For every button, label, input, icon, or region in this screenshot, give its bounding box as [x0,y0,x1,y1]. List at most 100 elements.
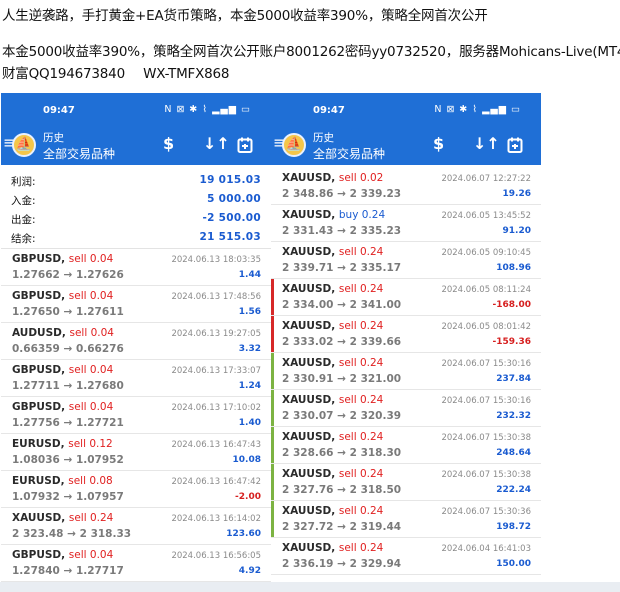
deal-time: 2024.06.13 19:27:05 [171,329,261,339]
deal-row[interactable]: XAUUSD, sell 0.24 2 339.71 → 2 335.17 2024… [271,242,541,279]
deal-row[interactable]: GBPUSD, sell 0.04 1.27756 → 1.27721 2024.0… [1,397,271,434]
deal-close-price: 1.27717 [75,565,124,577]
arrow-right-icon: → [337,410,346,422]
deal-row[interactable]: AUDUSD, sell 0.04 0.66359 → 0.66276 2024.0… [1,323,271,360]
deal-close-price: 2 321.00 [349,373,402,385]
deal-open-price: 1.27662 [12,269,60,281]
deal-side: sell 0.24 [338,246,384,258]
deal-time: 2024.06.07 12:27:22 [441,174,531,184]
sort-arrows-icon[interactable]: ↓↑ [203,136,230,152]
deal-time: 2024.06.05 08:01:42 [441,322,531,332]
deal-profit: 1.56 [238,307,261,317]
deal-prices: 2 323.48 → 2 318.33 [12,528,131,540]
deal-row[interactable]: GBPUSD, sell 0.04 1.27662 → 1.27626 2024.0… [1,249,271,286]
app-bar: ≡ ⛵ 历史 全部交易品种 $ ↓↑ [271,127,541,165]
arrow-right-icon: → [63,269,73,281]
dollar-swap-icon[interactable]: $ [433,136,444,152]
deal-close-price: 2 320.39 [349,410,402,422]
dollar-swap-icon[interactable]: $ [163,136,174,152]
deal-row[interactable]: XAUUSD, sell 0.24 2 333.02 → 2 339.66 2024… [271,316,541,353]
arrow-right-icon: → [337,558,346,570]
loss-indicator-bar [271,279,274,315]
deal-symbol: XAUUSD, sell 0.24 [282,320,383,332]
calendar-icon[interactable] [237,137,253,153]
deal-prices: 2 334.00 → 2 341.00 [282,299,401,311]
deal-row[interactable]: XAUUSD, sell 0.24 2 323.48 → 2 318.33 2024… [1,508,271,545]
deal-symbol-name: GBPUSD, [12,253,66,265]
deal-row[interactable]: XAUUSD, sell 0.24 2 334.00 → 2 341.00 2024… [271,279,541,316]
deal-profit: 232.32 [496,411,531,421]
deal-profit: 10.08 [232,455,261,465]
arrow-right-icon: → [63,380,73,392]
deal-symbol: GBPUSD, sell 0.04 [12,549,113,561]
deal-symbol-name: XAUUSD, [282,468,336,480]
arrow-right-icon: → [63,306,73,318]
deal-close-price: 0.66276 [75,343,124,355]
deal-row[interactable]: XAUUSD, sell 0.24 2 327.72 → 2 319.44 2024… [271,501,541,538]
deal-symbol: GBPUSD, sell 0.04 [12,401,113,413]
deal-profit: 1.24 [238,381,261,391]
deal-row[interactable]: XAUUSD, sell 0.24 2 336.19 → 2 329.94 2024… [271,538,541,575]
arrow-right-icon: → [337,373,346,385]
deal-side: sell 0.24 [338,320,384,332]
arrow-right-icon: → [337,484,346,496]
deal-open-price: 1.27650 [12,306,60,318]
arrow-right-icon: → [63,454,73,466]
arrow-right-icon: → [337,336,346,348]
deal-time: 2024.06.07 15:30:38 [441,433,531,443]
deal-side: sell 0.04 [69,327,114,339]
deal-row[interactable]: EURUSD, sell 0.12 1.08036 → 1.07952 2024.0… [1,434,271,471]
deal-time: 2024.06.07 15:30:36 [441,507,531,517]
appbar-title[interactable]: 全部交易品种 [43,145,115,162]
loss-indicator-bar [271,316,274,352]
summary-value: 19 015.03 [199,174,261,186]
deal-time: 2024.06.07 15:30:16 [441,359,531,369]
deal-symbol: XAUUSD, sell 0.02 [282,172,383,184]
status-icons: N ⊠ ✱ ⌇ ▂▄▆ ▭ [164,104,251,115]
appbar-title[interactable]: 全部交易品种 [313,145,385,162]
arrow-right-icon: → [337,447,346,459]
deal-prices: 1.27650 → 1.27611 [12,306,124,318]
summary-label: 利润: [11,176,36,188]
calendar-icon[interactable] [507,137,523,153]
phone-screenshot-right: 09:47 N ⊠ ✱ ⌇ ▂▄▆ ▭ ≡ ⛵ 历史 全部交易品种 $ ↓↑ X… [271,93,541,582]
deal-prices: 2 331.43 → 2 335.23 [282,225,401,237]
profit-indicator-bar [271,464,274,500]
deal-side: sell 0.24 [338,505,384,517]
deal-symbol: XAUUSD, sell 0.24 [282,542,383,554]
appbar-subtitle: 历史 [313,132,334,144]
deal-side: sell 0.24 [338,394,384,406]
deal-row[interactable]: GBPUSD, sell 0.04 1.27840 → 1.27717 2024.0… [1,545,271,582]
appbar-subtitle: 历史 [43,132,64,144]
deal-side: buy 0.24 [338,209,386,221]
deal-side: sell 0.04 [68,549,114,561]
deal-row[interactable]: XAUUSD, buy 0.24 2 331.43 → 2 335.23 2024.… [271,205,541,242]
summary-value: -2 500.00 [202,212,261,224]
deal-row[interactable]: XAUUSD, sell 0.24 2 330.91 → 2 321.00 2024… [271,353,541,390]
deal-prices: 2 327.72 → 2 319.44 [282,521,401,533]
deal-symbol: GBPUSD, sell 0.04 [12,364,113,376]
deal-row[interactable]: GBPUSD, sell 0.04 1.27650 → 1.27611 2024.0… [1,286,271,323]
deal-open-price: 2 327.72 [282,521,334,533]
deal-side: sell 0.24 [68,512,114,524]
contact-wx: WX-TMFX868 [143,66,230,82]
deal-symbol: GBPUSD, sell 0.04 [12,253,113,265]
deal-close-price: 1.27680 [75,380,124,392]
sort-arrows-icon[interactable]: ↓↑ [473,136,500,152]
deal-row[interactable]: XAUUSD, sell 0.02 2 348.86 → 2 339.23 2024… [271,168,541,205]
deal-row[interactable]: XAUUSD, sell 0.24 2 328.66 → 2 318.30 2024… [271,427,541,464]
arrow-right-icon: → [67,528,76,540]
deal-prices: 2 330.91 → 2 321.00 [282,373,401,385]
deal-row[interactable]: XAUUSD, sell 0.24 2 327.76 → 2 318.50 2024… [271,464,541,501]
deal-row[interactable]: GBPUSD, sell 0.04 1.27711 → 1.27680 2024.0… [1,360,271,397]
profit-indicator-bar [271,390,274,426]
deal-profit: 123.60 [226,529,261,539]
arrow-right-icon: → [63,343,73,355]
deal-time: 2024.06.13 17:48:56 [171,292,261,302]
deal-profit: 150.00 [496,559,531,569]
deal-open-price: 1.27840 [12,565,60,577]
deal-symbol: GBPUSD, sell 0.04 [12,290,113,302]
summary-balance: 结余: 21 515.03 [1,228,271,247]
deal-row[interactable]: EURUSD, sell 0.08 1.07932 → 1.07957 2024.0… [1,471,271,508]
deal-row[interactable]: XAUUSD, sell 0.24 2 330.07 → 2 320.39 2024… [271,390,541,427]
